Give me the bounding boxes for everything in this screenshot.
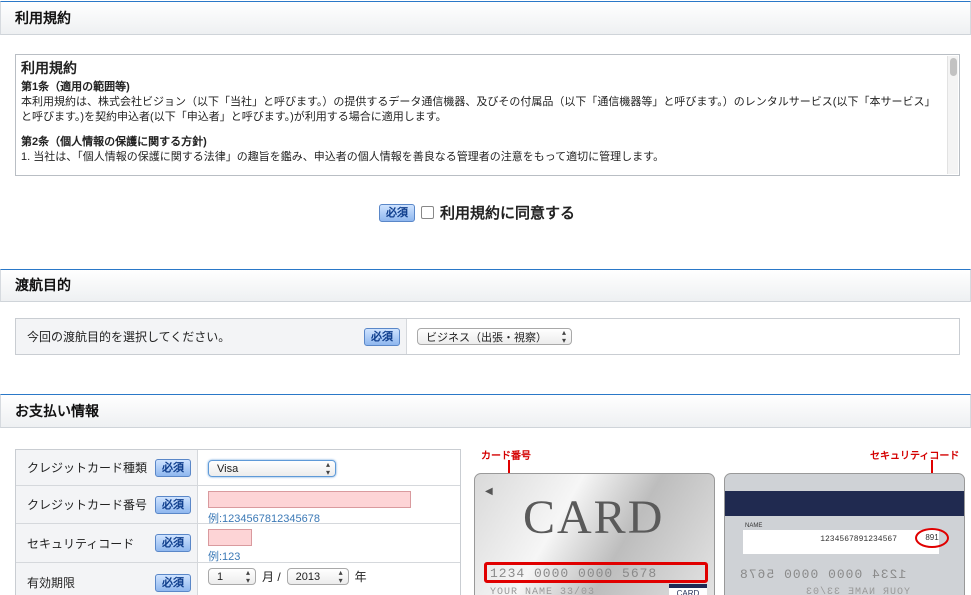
card-type-select-value: Visa <box>217 462 239 475</box>
purpose-label: 今回の渡航目的を選択してください。 <box>27 330 231 344</box>
security-code-input[interactable] <box>208 529 252 546</box>
required-badge: 必須 <box>155 495 191 514</box>
card-type-label: クレジットカード種類 <box>27 461 148 475</box>
agree-label[interactable]: 利用規約に同意する <box>440 202 575 223</box>
card-number-input[interactable] <box>208 491 411 508</box>
agree-row: 必須 利用規約に同意する <box>379 202 575 223</box>
expiry-row: 有効期限 必須 1 ▴ ▾ 月 / 2013 ▴ ▾ 年 <box>16 563 460 595</box>
terms-scroll-box[interactable]: 利用規約 第1条（適用の範囲等) 本利用規約は、株式会社ビジョン（以下「当社」と… <box>15 54 960 176</box>
card-front-illustration: ◀ CARD 1234 0000 0000 5678 YOUR NAME 33/… <box>474 473 715 595</box>
signature-panel: 1234567891234567 <box>743 530 939 554</box>
card-number-value-cell: 例:1234567812345678 <box>198 486 460 525</box>
expiry-year-select[interactable]: 2013 ▴ ▾ <box>286 567 349 585</box>
signature-label: NAME <box>745 523 763 529</box>
required-badge: 必須 <box>364 327 400 346</box>
card-number-caption: カード番号 <box>481 451 531 462</box>
purpose-row: 今回の渡航目的を選択してください。 必須 ビジネス（出張・視察） ▴ ▾ <box>15 318 960 355</box>
card-number-row: クレジットカード番号 必須 例:1234567812345678 <box>16 486 460 525</box>
card-number-highlight <box>484 562 708 583</box>
card-front-name: YOUR NAME 33/03 <box>490 587 596 595</box>
purpose-section-title: 渡航目的 <box>15 277 71 293</box>
year-unit-label: 年 <box>354 570 367 584</box>
payment-table: クレジットカード種類 必須 Visa ▴ ▾ クレジットカード番号 必須 例:12… <box>15 449 461 595</box>
payment-section-title: お支払い情報 <box>15 403 99 419</box>
purpose-section-header: 渡航目的 <box>0 269 971 302</box>
signature-number: 1234567891234567 <box>820 535 897 544</box>
required-badge: 必須 <box>155 534 191 552</box>
expiry-label-cell: 有効期限 必須 <box>16 563 198 595</box>
required-badge: 必須 <box>155 573 191 592</box>
terms-scroll-thumb[interactable] <box>950 58 957 76</box>
terms-section-header: 利用規約 <box>0 1 971 35</box>
card-number-label-cell: クレジットカード番号 必須 <box>16 486 198 523</box>
payment-section-header: お支払い情報 <box>0 394 971 428</box>
card-back-mirror-number: 1234 0000 0000 5678 <box>739 567 907 582</box>
expiry-value-cell: 1 ▴ ▾ 月 / 2013 ▴ ▾ 年 <box>198 563 460 595</box>
month-unit-label: 月 / <box>262 570 281 584</box>
terms-box-title: 利用規約 <box>21 60 77 76</box>
card-number-label: クレジットカード番号 <box>27 498 148 512</box>
terms-scrollbar[interactable] <box>947 56 958 174</box>
card-type-value-cell: Visa ▴ ▾ <box>198 450 460 485</box>
required-badge: 必須 <box>379 203 415 222</box>
select-arrows-icon: ▴ ▾ <box>245 567 250 585</box>
article2-body: 1. 当社は、「個人情報の保護に関する法律」の趣旨を鑑み、申込者の個人情報を善良… <box>21 151 665 163</box>
expiry-year-value: 2013 <box>295 570 321 583</box>
triangle-left-icon: ◀ <box>485 486 493 497</box>
card-type-row: クレジットカード種類 必須 Visa ▴ ▾ <box>16 450 460 486</box>
cvv-highlight: 891 <box>915 528 949 548</box>
article1-title: 第1条（適用の範囲等) <box>21 81 130 93</box>
card-back-illustration: NAME 1234567891234567 891 1234 0000 0000… <box>724 473 965 595</box>
card-brand-logo: CARD <box>669 584 707 595</box>
security-code-label: セキュリティコード <box>27 536 135 551</box>
security-code-hint: 例:123 <box>208 551 241 563</box>
magnetic-stripe <box>725 491 964 516</box>
agree-checkbox[interactable] <box>421 206 434 219</box>
purpose-value-cell: ビジネス（出張・視察） ▴ ▾ <box>407 319 959 354</box>
purpose-select[interactable]: ビジネス（出張・視察） ▴ ▾ <box>417 328 572 345</box>
article2-title: 第2条（個人情報の保護に関する方針) <box>21 136 207 148</box>
purpose-select-value: ビジネス（出張・視察） <box>426 331 547 344</box>
purpose-label-cell: 今回の渡航目的を選択してください。 必須 <box>16 319 407 354</box>
card-type-select[interactable]: Visa ▴ ▾ <box>208 460 336 477</box>
select-arrows-icon: ▴ ▾ <box>561 327 566 345</box>
card-type-label-cell: クレジットカード種類 必須 <box>16 450 198 485</box>
required-badge: 必須 <box>155 458 191 477</box>
security-code-label-cell: セキュリティコード 必須 <box>16 524 198 562</box>
security-code-value-cell: 例:123 <box>198 524 460 563</box>
expiry-month-value: 1 <box>217 570 224 583</box>
terms-section-title: 利用規約 <box>15 10 71 26</box>
expiry-label: 有効期限 <box>27 576 76 590</box>
select-arrows-icon: ▴ ▾ <box>325 459 330 477</box>
select-arrows-icon: ▴ ▾ <box>338 567 343 585</box>
card-word: CARD <box>523 491 665 544</box>
article1-body: 本利用規約は、株式会社ビジョン（以下「当社」と呼びます。）の提供するデータ通信機… <box>21 96 936 123</box>
card-back-mirror-name: YOUR NAME 33/03 <box>805 587 911 595</box>
expiry-month-select[interactable]: 1 ▴ ▾ <box>208 568 256 585</box>
security-code-row: セキュリティコード 必須 例:123 <box>16 524 460 563</box>
security-code-caption: セキュリティコード <box>870 451 960 462</box>
